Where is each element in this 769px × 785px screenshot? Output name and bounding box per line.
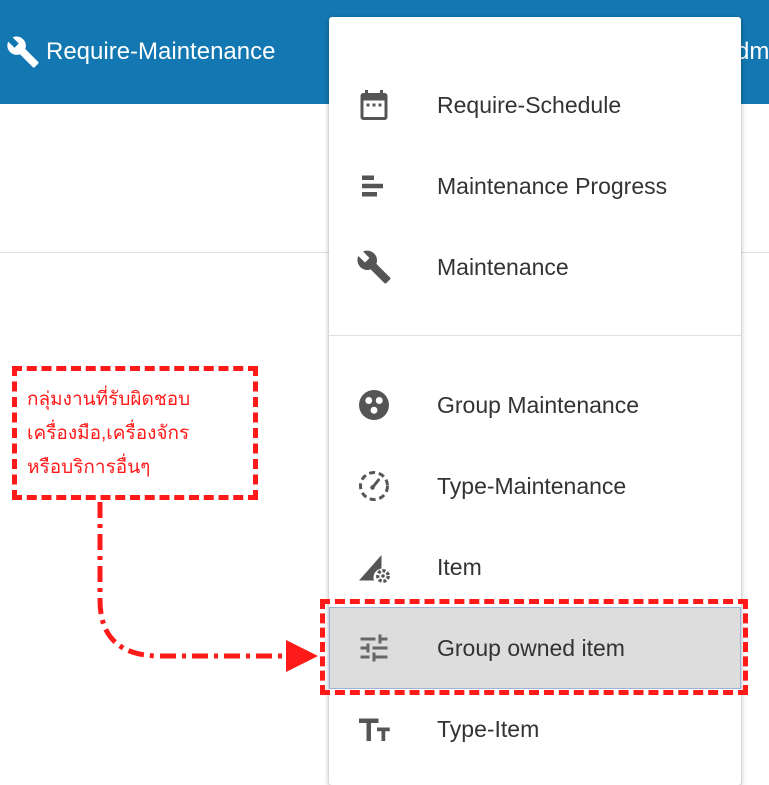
menu-item-require-schedule[interactable]: Require-Schedule [329, 64, 741, 146]
menu-item-label: Type-Item [437, 716, 540, 742]
wrench-icon [7, 36, 39, 68]
menu-item-label: Maintenance Progress [437, 173, 668, 199]
group-icon [356, 387, 392, 423]
bar-list-icon [356, 168, 392, 204]
menu-item-label: Type-Maintenance [437, 473, 627, 499]
wrench-icon [356, 249, 392, 285]
menu-item-type-item[interactable]: Type-Item [329, 688, 741, 770]
calendar-icon [356, 87, 392, 123]
menu-item-maintenance-progress[interactable]: Maintenance Progress [329, 145, 741, 227]
menu-item-maintenance[interactable]: Maintenance [329, 226, 741, 308]
dashed-gauge-icon [356, 468, 392, 504]
menu-item-group-maintenance[interactable]: Group Maintenance [329, 364, 741, 446]
menu-item-type-maintenance[interactable]: Type-Maintenance [329, 445, 741, 527]
annotation-line: กลุ่มงานที่รับผิดชอบ [27, 389, 191, 410]
annotation-line: เครื่องมือ,เครื่องจักร [27, 423, 190, 444]
menu-item-label: Group Maintenance [437, 392, 640, 418]
text-size-icon [356, 711, 392, 747]
menu-divider [329, 335, 741, 336]
menu-item-label: Item [437, 554, 482, 580]
app-title[interactable]: Require-Maintenance [6, 36, 275, 68]
annotation-callout: กลุ่มงานที่รับผิดชอบ เครื่องมือ,เครื่องจ… [12, 366, 258, 500]
menu-item-item[interactable]: Item [329, 526, 741, 608]
menu-item-label: Require-Schedule [437, 92, 622, 118]
ruler-gear-icon [356, 549, 392, 585]
annotation-line: หรือบริการอื่นๆ [27, 457, 151, 478]
annotation-highlight-box [320, 599, 748, 695]
menu-item-label: Maintenance [437, 254, 569, 280]
app-title-text: Require-Maintenance [46, 38, 276, 65]
